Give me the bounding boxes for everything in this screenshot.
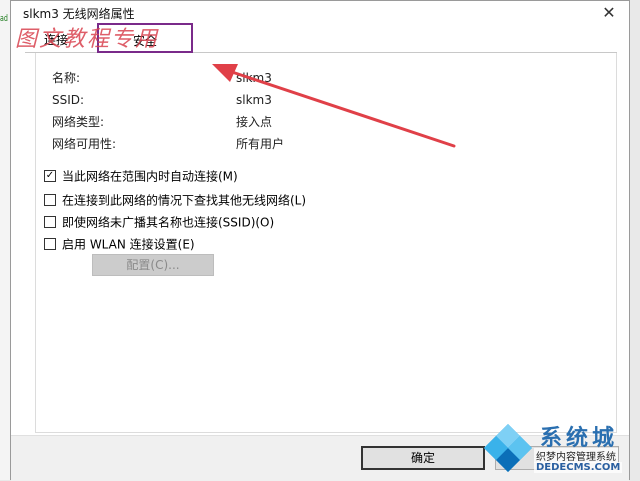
option-connect-hidden-ssid[interactable]: 即使网络未广播其名称也连接(SSID)(O) [44,213,274,231]
option-label: 即使网络未广播其名称也连接(SSID)(O) [62,215,275,230]
close-icon[interactable]: ✕ [595,1,623,25]
title-bar[interactable]: slkm3 无线网络属性 ✕ [11,1,629,25]
property-row-ssid: SSID: slkm3 [52,91,452,109]
checkbox-icon[interactable] [44,215,56,228]
property-label: 网络可用性: [52,137,117,151]
property-row-name: 名称: slkm3 [52,69,452,87]
configure-button[interactable]: 配置(C)... [92,254,214,276]
option-label: 启用 WLAN 连接设置(E) [62,237,195,252]
tab-connection[interactable]: 连接 [31,29,81,53]
tab-panel: 名称: slkm3 SSID: slkm3 网络类型: 接入点 网络可用性: 所… [35,53,617,433]
property-value: slkm3 [236,71,272,85]
option-label: 在连接到此网络的情况下查找其他无线网络(L) [62,193,307,208]
property-label: 网络类型: [52,115,105,129]
cancel-button[interactable] [495,446,619,470]
ok-button[interactable]: 确定 [361,446,485,470]
option-wlan-connection-settings[interactable]: 启用 WLAN 连接设置(E) [44,235,195,253]
checkbox-checked-icon[interactable]: ✓ [44,169,56,182]
tab-security[interactable]: 安全 [97,23,193,53]
option-auto-connect[interactable]: ✓ 当此网络在范围内时自动连接(M) [44,167,238,185]
property-label: SSID: [52,93,85,107]
property-value: slkm3 [236,93,272,107]
property-row-availability: 网络可用性: 所有用户 [52,135,452,153]
option-label: 当此网络在范围内时自动连接(M) [62,169,238,184]
property-row-network-type: 网络类型: 接入点 [52,113,452,131]
option-look-for-other-networks[interactable]: 在连接到此网络的情况下查找其他无线网络(L) [44,191,306,209]
property-label: 名称: [52,71,81,85]
dialog-footer: 确定 [11,435,629,481]
property-value: 接入点 [236,115,273,129]
checkbox-icon[interactable] [44,237,56,250]
tab-strip: 连接 安全 [25,23,617,53]
checkbox-icon[interactable] [44,193,56,206]
window-title: slkm3 无线网络属性 [23,7,135,21]
wireless-properties-dialog: slkm3 无线网络属性 ✕ 连接 安全 图文教程专用 名称: slkm3 SS… [10,0,630,481]
property-value: 所有用户 [236,137,285,151]
background-window-fragment: ad [0,14,8,24]
